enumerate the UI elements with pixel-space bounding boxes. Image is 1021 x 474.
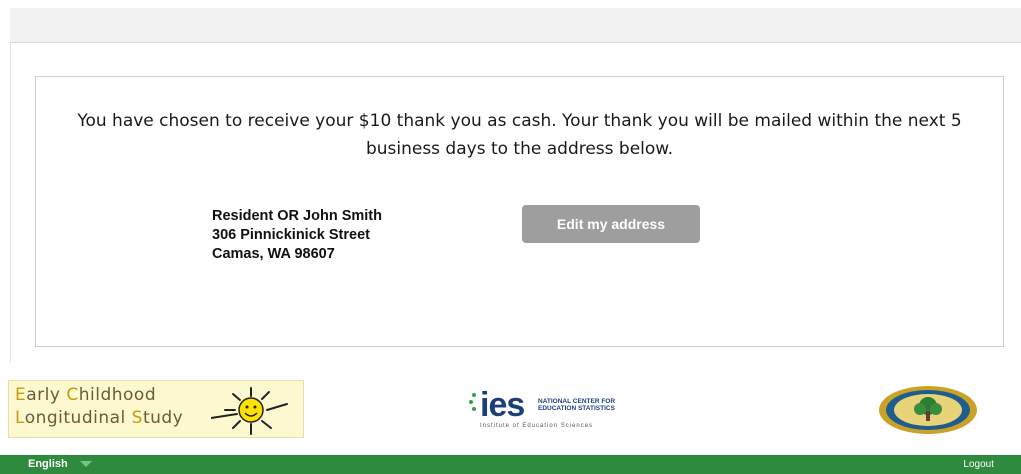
ecls-logo-line1: Early Childhood [15,385,157,405]
ies-wordmark: ies [480,386,525,424]
ies-dots-icon [469,393,476,411]
language-dropdown-caret-icon[interactable] [80,461,92,467]
language-selector[interactable]: English [28,458,68,470]
nces-text: NATIONAL CENTER FOR EDUCATION STATISTICS [538,398,616,412]
address-line-city: Camas, WA 98607 [212,246,335,262]
left-divider [10,43,11,363]
confirmation-message: You have chosen to receive your $10 than… [77,111,962,159]
ecls-logo-line2: Longitudinal Study [15,408,184,428]
ies-institute-text: Institute of Education Sciences [480,423,594,429]
edit-address-button[interactable]: Edit my address [522,205,700,243]
ecls-logo: Early Childhood Longitudinal Study [8,380,304,438]
footer-bar: English Logout [0,455,1021,474]
mailing-address: Resident OR John Smith 306 Pinnickinick … [212,207,382,264]
top-header-bar [10,8,1021,43]
address-line-street: 306 Pinnickinick Street [212,227,370,243]
ies-nces-logo: ies NATIONAL CENTER FOR EDUCATION STATIS… [466,384,656,434]
sun-icon [211,387,288,435]
confirmation-panel: You have chosen to receive your $10 than… [35,76,1004,347]
department-seal-icon [879,386,977,434]
logout-link[interactable]: Logout [963,459,994,470]
address-line-name: Resident OR John Smith [212,208,382,224]
